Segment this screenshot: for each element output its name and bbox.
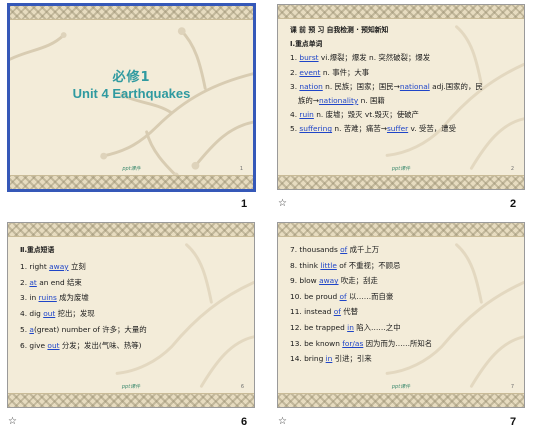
list-item: 5. suffering n. 苦难；痛苦→suffer v. 受苦，遭受 — [290, 124, 456, 134]
title-chinese: 必修1 — [112, 70, 151, 85]
slide-page-number: 2 — [510, 166, 514, 172]
list-item: 7. thousands of 成千上万 — [290, 245, 380, 254]
list-item: 14. bring in 引进；引来 — [290, 354, 372, 364]
section-heading: Ⅰ.重点单词 — [290, 40, 323, 49]
animation-star-icon[interactable]: ☆ — [8, 416, 17, 427]
slide-thumbnail-6[interactable]: Ⅱ.重点短语 1. right away 立刻 2. at an end 结束 … — [7, 222, 255, 408]
animation-star-icon[interactable]: ☆ — [278, 416, 287, 427]
list-item: 3. nation n. 民族；国家；国民→national adj.国家的，民 — [290, 81, 483, 91]
slide-page-number: 7 — [510, 384, 514, 390]
slide-number-label: 7 — [510, 416, 517, 428]
section-heading: Ⅱ.重点短语 — [20, 246, 55, 254]
list-item: 4. dig out 挖出；发现 — [20, 309, 95, 319]
slide-footer: ppt课件 — [391, 384, 411, 390]
list-item: 13. be known for/as 因为而为……所知名 — [290, 338, 433, 348]
slide-page-number: 6 — [240, 384, 244, 390]
slide-thumbnail-2[interactable]: 课 前 预 习 自我检测 · 预知新知 Ⅰ.重点单词 1. burst vi.爆… — [277, 4, 525, 190]
slide-page-number: 1 — [239, 166, 243, 172]
slide-footer: ppt课件 — [121, 384, 141, 390]
slide-number-label: 6 — [241, 416, 248, 428]
list-item: 6. give out 分发；发出(气味、热等) — [20, 340, 142, 350]
list-item: 10. be proud of 以……而自豪 — [290, 291, 394, 301]
slide-footer: ppt课件 — [391, 166, 411, 172]
list-item: 3. in ruins 成为废墟 — [20, 293, 89, 303]
slide-header: 课 前 预 习 自我检测 · 预知新知 — [290, 26, 389, 34]
list-item: 9. blow away 吹走；刮走 — [290, 276, 378, 286]
list-item-continuation: 族的→nationality n. 国籍 — [298, 96, 385, 106]
slide-footer: ppt课件 — [122, 166, 141, 172]
list-item: 4. ruin n. 废墟；毁灭 vt.毁灭；使破产 — [290, 110, 419, 120]
decorative-band-bottom — [8, 393, 254, 407]
list-item: 5. a(great) number of 许多；大量的 — [20, 324, 147, 334]
list-item: 2. at an end 结束 — [20, 277, 82, 287]
decorative-band-top — [10, 6, 253, 20]
list-item: 1. burst vi.爆裂；爆发 n. 突然破裂；爆发 — [290, 53, 431, 63]
decorative-band-bottom — [278, 393, 524, 407]
decorative-band-top — [278, 5, 524, 19]
list-item: 2. event n. 事件；大事 — [290, 67, 370, 77]
slide-number-label: 2 — [510, 198, 517, 210]
list-item: 8. think little of 不重视；不顾忌 — [290, 260, 401, 270]
decorative-band-bottom — [278, 175, 524, 189]
list-item: 12. be trapped in 陷入……之中 — [290, 322, 401, 332]
list-item: 1. right away 立刻 — [20, 261, 86, 271]
slide-number-label: 1 — [241, 198, 248, 210]
animation-star-icon[interactable]: ☆ — [278, 198, 287, 209]
list-item: 11. instead of 代替 — [290, 307, 358, 317]
decorative-band-bottom — [10, 175, 253, 189]
slide-thumbnail-7[interactable]: 7. thousands of 成千上万 8. think little of … — [277, 222, 525, 408]
title-english: Unit 4 Earthquakes — [72, 86, 191, 101]
slide-title: 必修1 Unit 4 Earthquakes — [10, 66, 253, 101]
slide-thumbnail-1[interactable]: 必修1 Unit 4 Earthquakes ppt课件 1 — [7, 3, 256, 192]
decorative-band-top — [8, 223, 254, 237]
decorative-band-top — [278, 223, 524, 237]
